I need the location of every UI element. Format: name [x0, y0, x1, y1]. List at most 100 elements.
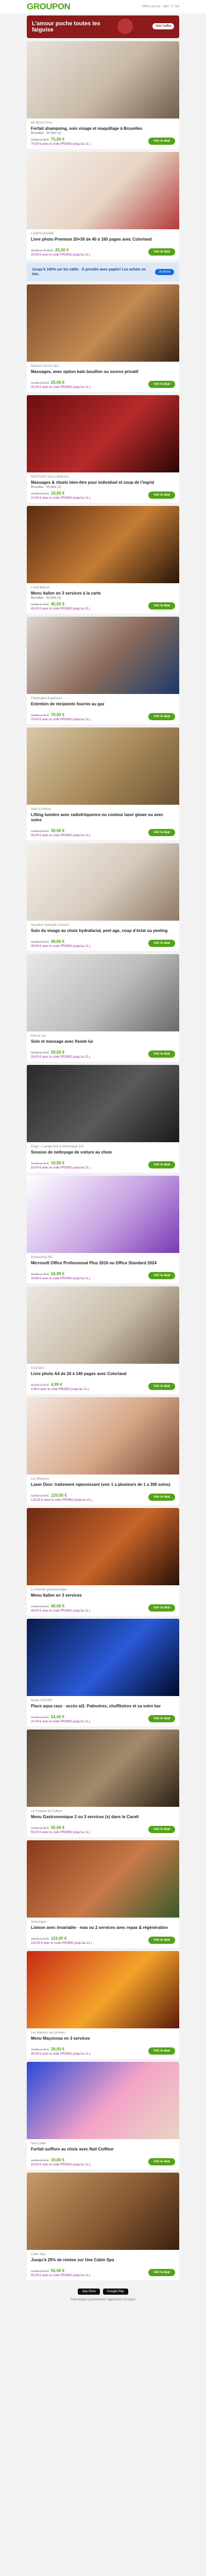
deal-card[interactable]: MONTAGE Spa & Wellness Massages & rituels… — [27, 395, 179, 503]
deal-card[interactable]: La Grande gastronomique Menu Italien en 3… — [27, 1508, 179, 1616]
deal-body: La Grande gastronomique Menu Italien en 3… — [27, 1585, 179, 1616]
old-price: Arrête à 40 € — [31, 1384, 49, 1387]
view-deal-button[interactable]: Voir le deal — [148, 1937, 175, 1944]
promo-banner[interactable]: L’amour poche toutes les faiguise Voir l… — [27, 15, 179, 38]
deal-image[interactable] — [27, 617, 179, 694]
old-price: Arrête à 40 € — [31, 1162, 49, 1165]
deal-title[interactable]: Livre photo Premium 20×30 de 40 à 160 pa… — [31, 237, 175, 242]
deal-card[interactable]: Massa Lux Soin et massage avec fisiote lu… — [27, 954, 179, 1062]
deal-title[interactable]: Liaison avec invariable · mas ou 2 servi… — [31, 1925, 175, 1930]
view-deal-button[interactable]: Voir le deal — [148, 2269, 175, 2276]
deal-image[interactable] — [27, 1840, 179, 1918]
ad-card[interactable]: Jusqu’à 100% sur les cafés · À prendre a… — [27, 263, 179, 281]
new-price: 19,00 € — [50, 1161, 65, 1165]
view-deal-button[interactable]: Voir le deal — [148, 602, 175, 609]
deal-title[interactable]: Massages, avec option bain bouillon ou s… — [31, 369, 175, 375]
deal-card[interactable]: LOVESCRAPBK Livre photo Premium 20×30 de … — [27, 152, 179, 260]
deal-title[interactable]: Place aqua raus · accès a/2: Patinoires,… — [31, 1704, 175, 1709]
view-deal-button[interactable]: Voir le deal — [148, 1272, 175, 1279]
deal-card[interactable]: Fietsenglas Expertises Entretien de récip… — [27, 617, 179, 724]
view-deal-button[interactable]: Voir le deal — [148, 1604, 175, 1612]
deal-image[interactable] — [27, 1619, 179, 1696]
view-deal-button[interactable]: Voir le deal — [148, 1383, 175, 1390]
deal-card[interactable]: Balance Centre Spa Massages, avec option … — [27, 284, 179, 392]
deal-image[interactable] — [27, 1397, 179, 1475]
deal-location — [31, 1709, 175, 1714]
old-price: Arrête à 40 € — [31, 1273, 49, 1276]
deal-card[interactable]: Le Chateau de Colbert Menu Gastronomique … — [27, 1730, 179, 1837]
deal-image[interactable] — [27, 727, 179, 805]
deal-image[interactable] — [27, 954, 179, 1031]
deal-image[interactable] — [27, 2062, 179, 2139]
view-deal-button[interactable]: Voir le deal — [148, 1050, 175, 1058]
deal-body: L’Aïoli Maison Menu italien en 3 services… — [27, 583, 179, 614]
view-deal-button[interactable]: Voir le deal — [148, 1494, 175, 1501]
deal-title[interactable]: Livre photo A4 de 26 à 140 pages avec Co… — [31, 1371, 175, 1377]
deal-title[interactable]: Lifting lumière avec radiofréquence ou c… — [31, 812, 175, 823]
deal-card[interactable]: Cabin Spa Jusqu’à 25% de remise sur Une C… — [27, 2173, 179, 2280]
new-price: 120,00 € — [50, 1493, 67, 1498]
deal-card[interactable]: Aquafine Hydrogel Centrum Soin du visage … — [27, 843, 179, 951]
view-deal-button[interactable]: Voir le deal — [148, 138, 175, 145]
deal-image[interactable] — [27, 152, 179, 229]
new-price: 55,00 € — [50, 2268, 65, 2273]
deal-card[interactable]: Les Maisons de Limonau Menu Maçonnas en 3… — [27, 1951, 179, 2059]
view-deal-button[interactable]: Voir le deal — [148, 1161, 175, 1168]
deal-image[interactable] — [27, 284, 179, 362]
deal-body: Massa Lux Soin et massage avec fisiote lu… — [27, 1031, 179, 1062]
deal-title[interactable]: Laser Diox: traitement rajeunissant (voi… — [31, 1482, 175, 1487]
view-deal-button[interactable]: Voir le deal — [148, 713, 175, 720]
view-deal-button[interactable]: Voir le deal — [148, 940, 175, 947]
deal-image[interactable] — [27, 1176, 179, 1253]
deal-title[interactable]: Session de nettoyage de voiture au choix — [31, 1150, 175, 1155]
app-store-button[interactable]: App Store — [78, 2289, 100, 2295]
deal-title[interactable]: Entretien de récipients fournis au gaz — [31, 702, 175, 707]
deal-title[interactable]: Jusqu’à 25% de remise sur Une Cabin Spa — [31, 2258, 175, 2263]
deal-image[interactable] — [27, 1508, 179, 1585]
banner-button[interactable]: Voir l’offre — [152, 23, 174, 29]
deal-card[interactable]: Colorland Livre photo A4 de 26 à 140 page… — [27, 1286, 179, 1394]
deal-title[interactable]: Forfait soiffure au choix avec Nail Coif… — [31, 2147, 175, 2152]
ad-button[interactable]: Je fonce — [155, 269, 174, 275]
deal-image[interactable] — [27, 506, 179, 583]
google-play-button[interactable]: Google Play — [103, 2289, 128, 2295]
deal-card[interactable]: Solinengen Liaison avec invariable · mas … — [27, 1840, 179, 1948]
old-price: Arrête à 40 € — [31, 1827, 49, 1830]
view-deal-button[interactable]: Voir le deal — [148, 492, 175, 499]
groupon-logo[interactable]: GROUPON — [27, 2, 71, 12]
view-deal-button[interactable]: Voir le deal — [148, 248, 175, 256]
deal-card[interactable]: Engie – Lavage Box & Wonenlaan 101 Sessio… — [27, 1065, 179, 1173]
deal-image[interactable] — [27, 2173, 179, 2250]
deal-title[interactable]: Forfait shampoing, soin visage et maquil… — [31, 126, 175, 131]
deal-title[interactable]: Menu Gastronomique 2 ou 3 services (x) d… — [31, 1815, 175, 1820]
deal-card[interactable]: Atlas & Pelicar Lifting lumière avec radi… — [27, 727, 179, 840]
deal-title[interactable]: Massages & rituels bien-être pour indivi… — [31, 480, 175, 485]
deal-image[interactable] — [27, 1065, 179, 1142]
view-deal-button[interactable]: Voir le deal — [148, 1826, 175, 1833]
view-deal-button[interactable]: Voir le deal — [148, 2158, 175, 2165]
deal-card[interactable]: Productivity.IRE Microsoft Office Profess… — [27, 1176, 179, 1283]
deal-image[interactable] — [27, 1730, 179, 1807]
deal-image[interactable] — [27, 41, 179, 118]
deal-card[interactable]: BE BEAUTIFUL Forfait shampoing, soin visa… — [27, 41, 179, 149]
deal-image[interactable] — [27, 1951, 179, 2028]
view-deal-button[interactable]: Voir le deal — [148, 381, 175, 388]
deal-title[interactable]: Menu Italien en 3 services — [31, 1593, 175, 1598]
view-deal-button[interactable]: Voir le deal — [148, 2047, 175, 2055]
deal-title[interactable]: Soin du visage au choix hydrafacial, pee… — [31, 928, 175, 934]
deal-merchant: MONTAGE Spa & Wellness — [31, 476, 69, 479]
deal-card[interactable]: Nail Coffee Forfait soiffure au choix ave… — [27, 2062, 179, 2170]
deal-title[interactable]: Menu italien en 3 services à la carte — [31, 591, 175, 596]
view-deal-button[interactable]: Voir le deal — [148, 1715, 175, 1722]
store-buttons: App Store Google Play — [27, 2289, 179, 2295]
deal-image[interactable] — [27, 843, 179, 921]
deal-title[interactable]: Microsoft Office Professional Plus 2016 … — [31, 1261, 175, 1266]
deal-card[interactable]: L’Aïoli Maison Menu italien en 3 services… — [27, 506, 179, 614]
deal-image[interactable] — [27, 395, 179, 472]
deal-card[interactable]: Les Wellness Laser Diox: traitement rajeu… — [27, 1397, 179, 1505]
view-deal-button[interactable]: Voir le deal — [148, 829, 175, 836]
deal-title[interactable]: Soin et massage avec fisiote lui — [31, 1039, 175, 1044]
deal-title[interactable]: Menu Maçonnas en 3 services — [31, 2036, 175, 2041]
deal-card[interactable]: Beate ATELIER Place aqua raus · accès a/2… — [27, 1619, 179, 1726]
deal-image[interactable] — [27, 1286, 179, 1364]
